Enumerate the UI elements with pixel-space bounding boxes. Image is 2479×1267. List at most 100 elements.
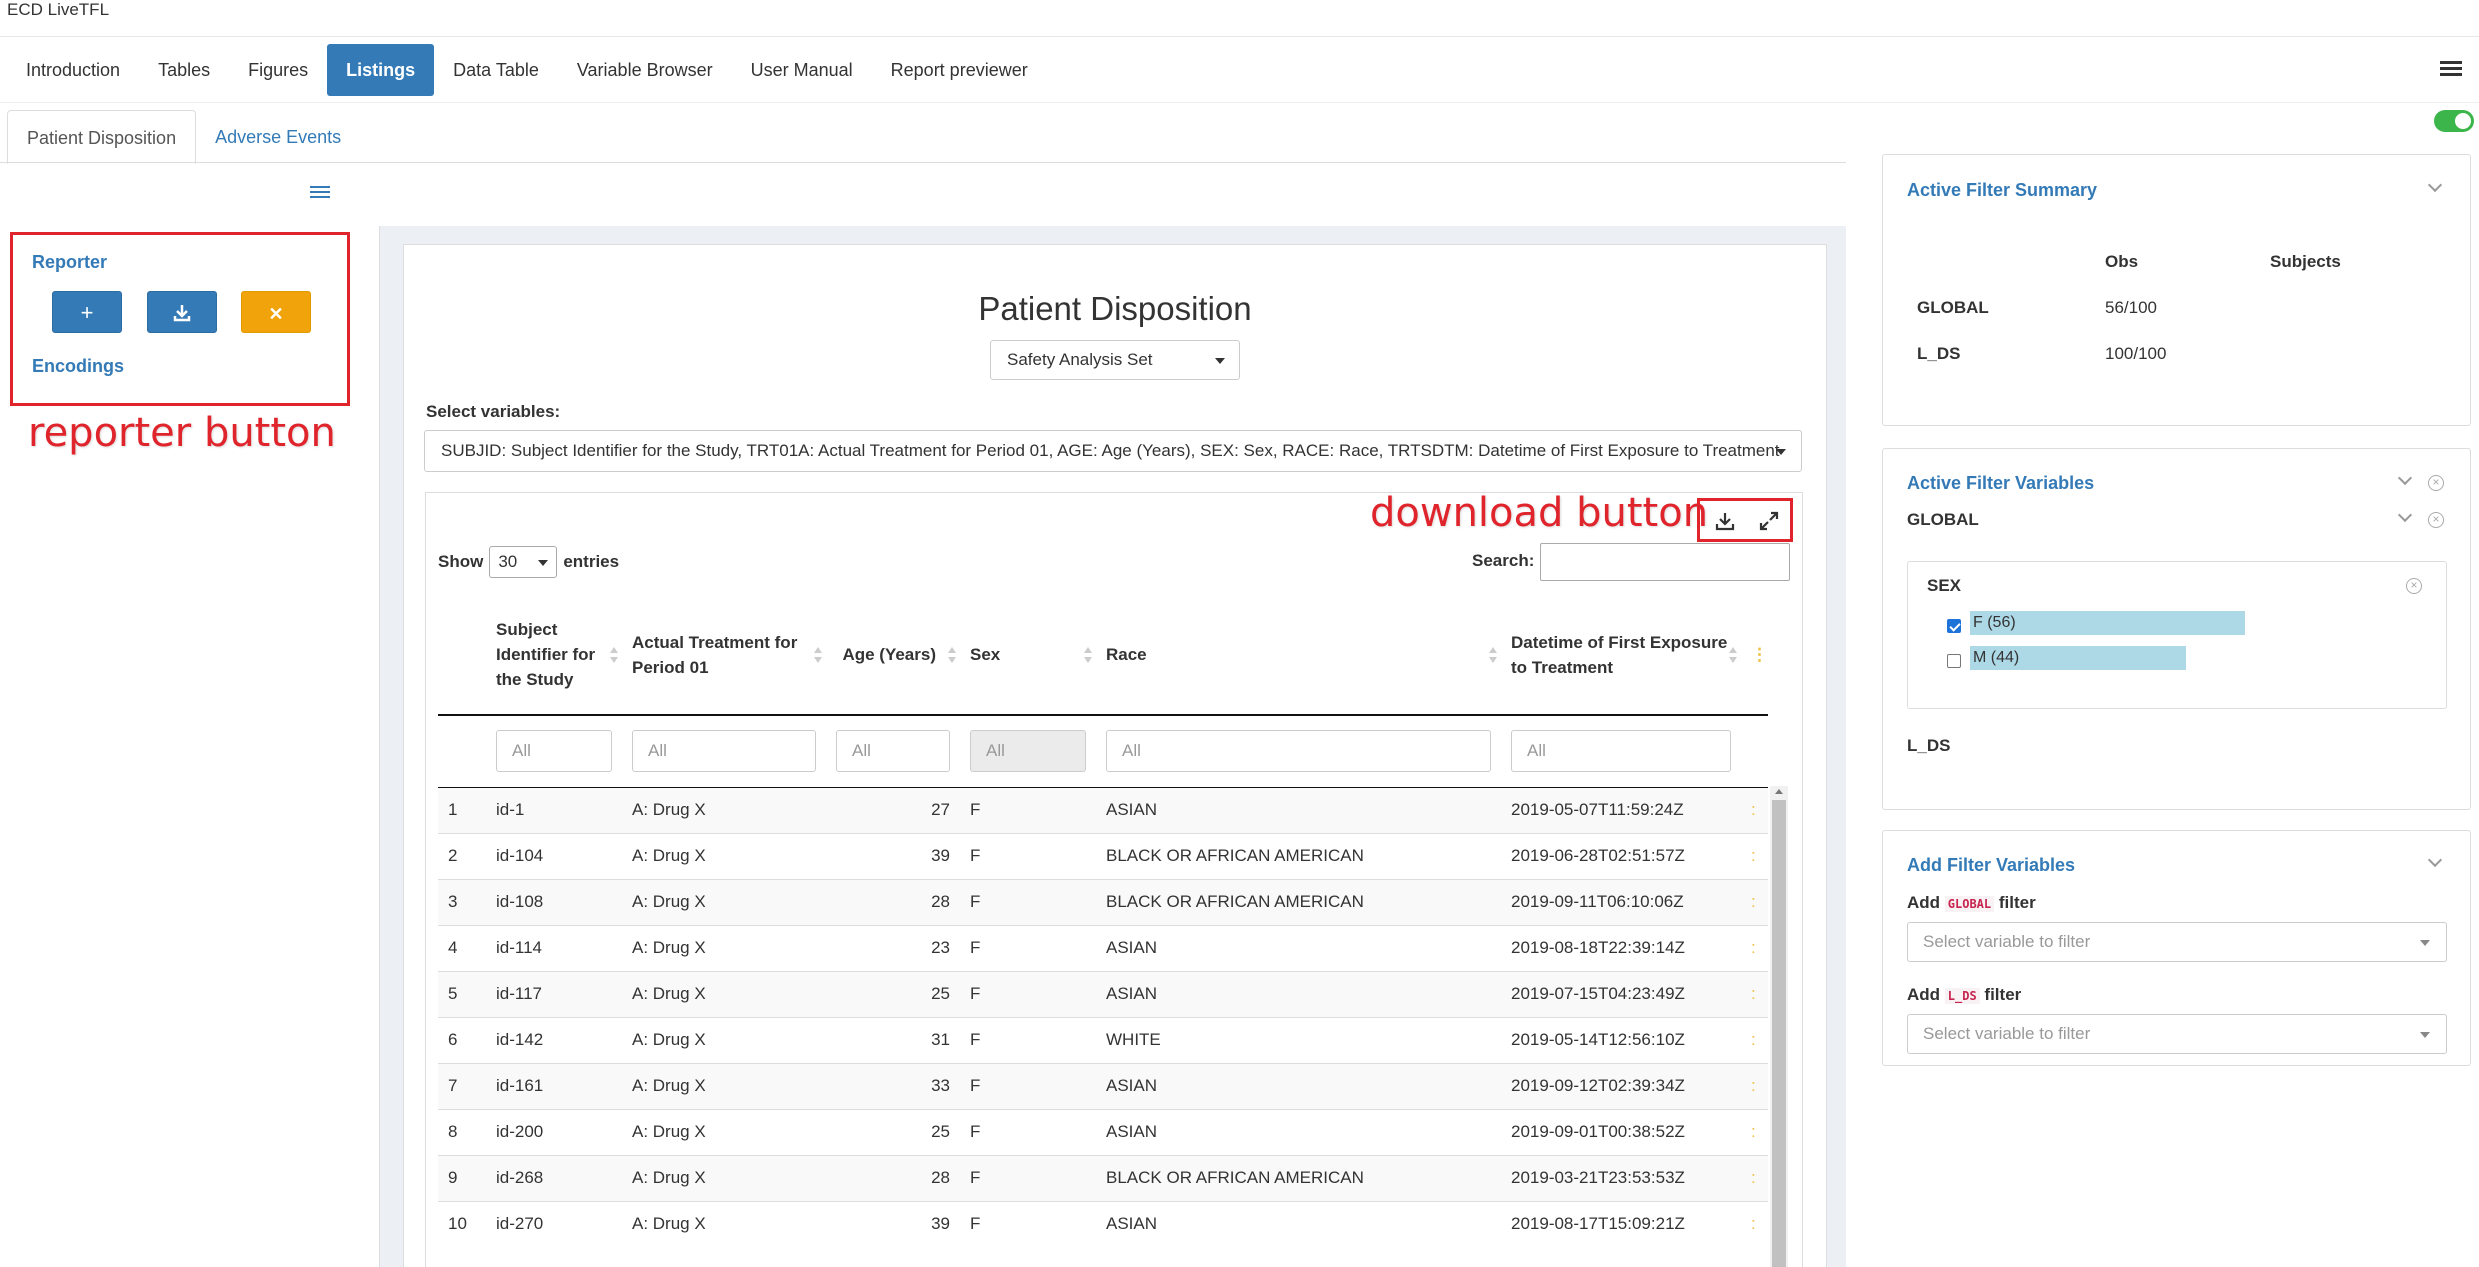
entries-select[interactable]: 30 xyxy=(489,546,558,578)
reset-report-button[interactable]: ✕ xyxy=(241,291,311,333)
expand-icon[interactable] xyxy=(1757,509,1781,533)
nav-user-manual[interactable]: User Manual xyxy=(732,44,872,96)
column-header-sex[interactable]: Sex xyxy=(960,595,1096,715)
cell-subjid: id-268 xyxy=(496,1168,544,1187)
cell-overflow: : xyxy=(1751,892,1756,911)
table-scrollbar[interactable] xyxy=(1770,786,1788,1267)
cell-sex: F xyxy=(970,1168,981,1187)
cell-sex: F xyxy=(970,984,981,1003)
table-row[interactable]: 8 id-200 A: Drug X 25 F ASIAN 2019-09-01T00:38… xyxy=(438,1109,1768,1155)
cell-race: ASIAN xyxy=(1106,938,1158,957)
dataset-select[interactable]: Safety Analysis Set xyxy=(990,340,1240,380)
cell-trtsdtm: 2019-06-28T02:51:57Z xyxy=(1511,846,1685,865)
cell-sex: F xyxy=(970,1030,981,1049)
nav-report-previewer[interactable]: Report previewer xyxy=(872,44,1047,96)
cell-race: ASIAN xyxy=(1106,800,1158,819)
sex-m-bar[interactable]: M (44) xyxy=(1970,646,2186,670)
chevron-down-icon xyxy=(1215,358,1225,364)
cell-trt01a: A: Drug X xyxy=(632,800,706,819)
scrollbar-thumb[interactable] xyxy=(1772,800,1786,1267)
table-viewport: Subject Identifier for the Study Actual … xyxy=(438,595,1770,1267)
cell-subjid: id-270 xyxy=(496,1214,544,1234)
nav-data-table[interactable]: Data Table xyxy=(434,44,558,96)
download-icon[interactable] xyxy=(1713,509,1737,533)
table-row[interactable]: 10 id-270 A: Drug X 39 F ASIAN 2019-08-17T15:0… xyxy=(438,1201,1768,1247)
cell-row-index: 1 xyxy=(448,800,458,819)
cell-sex: F xyxy=(970,1076,981,1095)
remove-global-filters-icon[interactable]: × xyxy=(2428,512,2444,528)
filter-panel-toggle[interactable] xyxy=(2434,110,2474,132)
cell-sex: F xyxy=(970,1214,981,1234)
table-row[interactable]: 3 id-108 A: Drug X 28 F BLACK OR AFRICAN AMER… xyxy=(438,879,1768,925)
remove-all-filters-icon[interactable]: × xyxy=(2428,475,2444,491)
cell-row-index: 6 xyxy=(448,1030,458,1049)
filter-input-sex[interactable]: All xyxy=(970,730,1086,773)
cell-age: 39 xyxy=(931,1214,950,1234)
sex-f-bar[interactable]: F (56) xyxy=(1970,611,2245,635)
nav-introduction[interactable]: Introduction xyxy=(7,44,139,96)
hamburger-menu-icon[interactable] xyxy=(2440,58,2462,80)
table-row[interactable]: 7 id-161 A: Drug X 33 F ASIAN 2019-09-12T02:39… xyxy=(438,1063,1768,1109)
nav-listings[interactable]: Listings xyxy=(327,44,435,96)
filter-input-trtsdtm[interactable]: All xyxy=(1511,730,1731,773)
add-card-button[interactable]: + xyxy=(52,291,122,333)
nav-tables[interactable]: Tables xyxy=(139,44,229,96)
cell-trt01a: A: Drug X xyxy=(632,1030,706,1049)
select-variables-label: Select variables: xyxy=(426,402,561,421)
search-input[interactable] xyxy=(1540,543,1790,581)
column-header-overflow: ⋮ xyxy=(1751,645,1768,664)
active-filters-title[interactable]: Active Filter Variables xyxy=(1907,473,2094,494)
download-report-button[interactable] xyxy=(147,291,217,333)
table-header: Subject Identifier for the Study Actual … xyxy=(438,595,1768,715)
tab-patient-disposition[interactable]: Patient Disposition xyxy=(7,110,197,164)
filter-input-age[interactable]: All xyxy=(836,730,950,773)
filter-input-trt01a[interactable]: All xyxy=(632,730,816,773)
table-row[interactable]: 6 id-142 A: Drug X 31 F WHITE 2019-05-14T12:56… xyxy=(438,1017,1768,1063)
scroll-up-icon[interactable] xyxy=(1775,789,1783,794)
chevron-down-icon xyxy=(1776,449,1786,455)
column-header-age[interactable]: Age (Years) xyxy=(826,595,960,715)
table-row[interactable]: 2 id-104 A: Drug X 39 F BLACK OR AFRICAN AMER… xyxy=(438,833,1768,879)
filter-summary-title[interactable]: Active Filter Summary xyxy=(1907,180,2097,201)
column-header-subjid[interactable]: Subject Identifier for the Study xyxy=(486,595,622,715)
cell-sex: F xyxy=(970,800,981,819)
cell-race: BLACK OR AFRICAN AMERICAN xyxy=(1106,846,1364,865)
column-header-race[interactable]: Race xyxy=(1096,595,1501,715)
panel-collapse-icon[interactable] xyxy=(310,183,330,203)
table-row[interactable]: 9 id-268 A: Drug X 28 F BLACK OR AFRICAN AMER… xyxy=(438,1155,1768,1201)
cell-sex: F xyxy=(970,892,981,911)
filter-input-race[interactable]: All xyxy=(1106,730,1491,773)
dataset-select-value: Safety Analysis Set xyxy=(1007,350,1153,369)
column-header-index[interactable] xyxy=(438,595,486,715)
cell-subjid: id-161 xyxy=(496,1076,544,1095)
checkbox-sex-m[interactable] xyxy=(1947,654,1961,668)
table-row[interactable]: 4 id-114 A: Drug X 23 F ASIAN 2019-08-18T22:39… xyxy=(438,925,1768,971)
cell-row-index: 9 xyxy=(448,1168,458,1187)
column-header-trtsdtm[interactable]: Datetime of First Exposure to Treatment xyxy=(1501,595,1741,715)
table-row[interactable]: 1 id-1 A: Drug X 27 F ASIAN 2019-05-07T11:59:2… xyxy=(438,787,1768,833)
remove-sex-filter-icon[interactable]: × xyxy=(2406,578,2422,594)
column-header-trt01a[interactable]: Actual Treatment for Period 01 xyxy=(622,595,826,715)
table-row[interactable]: 5 id-117 A: Drug X 25 F ASIAN 2019-07-15T04:23… xyxy=(438,971,1768,1017)
nav-figures[interactable]: Figures xyxy=(229,44,327,96)
checkbox-sex-f[interactable] xyxy=(1947,619,1961,633)
cell-trtsdtm: 2019-09-12T02:39:34Z xyxy=(1511,1076,1685,1095)
tab-adverse-events[interactable]: Adverse Events xyxy=(196,110,360,164)
variables-picker[interactable]: SUBJID: Subject Identifier for the Study… xyxy=(424,430,1802,472)
add-filters-title[interactable]: Add Filter Variables xyxy=(1907,855,2075,876)
add-lds-filter-select[interactable]: Select variable to filter xyxy=(1907,1014,2447,1054)
cell-row-index: 7 xyxy=(448,1076,458,1095)
cell-subjid: id-200 xyxy=(496,1122,544,1141)
sort-icon xyxy=(814,646,822,663)
cell-race: BLACK OR AFRICAN AMERICAN xyxy=(1106,892,1364,911)
cell-row-index: 5 xyxy=(448,984,458,1003)
cell-overflow: : xyxy=(1751,1030,1756,1049)
nav-variable-browser[interactable]: Variable Browser xyxy=(558,44,732,96)
add-global-filter-select[interactable]: Select variable to filter xyxy=(1907,922,2447,962)
add-global-filter-label: Add GLOBAL filter xyxy=(1907,893,2036,912)
filter-input-subjid[interactable]: All xyxy=(496,730,612,773)
cell-sex: F xyxy=(970,1122,981,1141)
cell-row-index: 2 xyxy=(448,846,458,865)
cell-age: 33 xyxy=(931,1076,950,1095)
reporter-annotation: reporter button xyxy=(28,410,336,456)
